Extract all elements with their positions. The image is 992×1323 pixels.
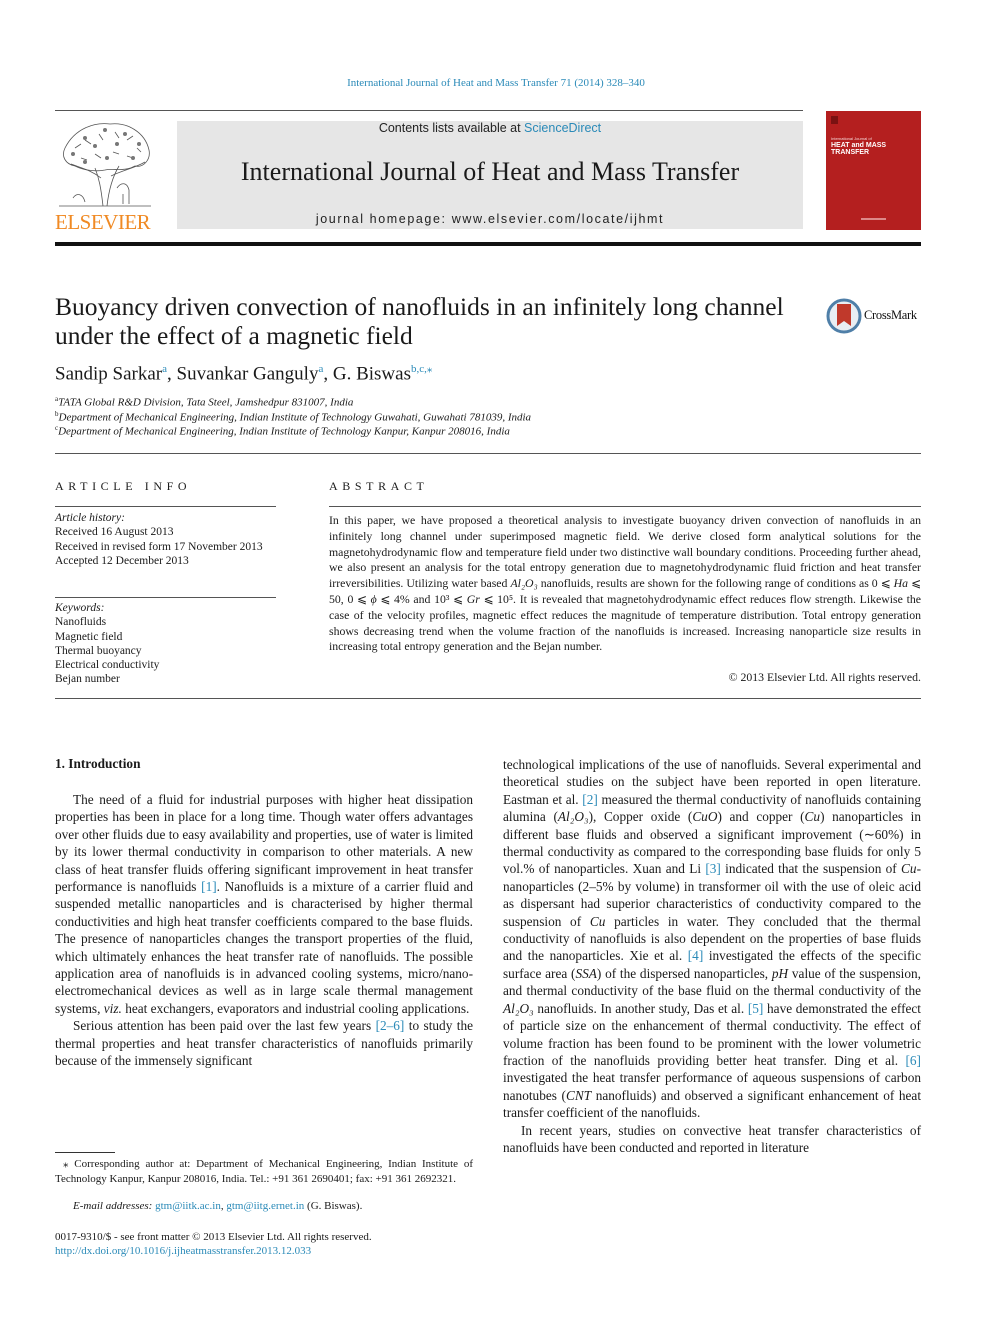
citation-ref[interactable]: [3] [705, 861, 721, 876]
body-column-right: technological implications of the use of… [503, 756, 921, 1156]
author-list: Sandip Sarkara, Suvankar Gangulya, G. Bi… [55, 363, 433, 385]
paragraph: Serious attention has been paid over the… [55, 1018, 474, 1069]
citation-ref[interactable]: [2–6] [376, 1018, 405, 1033]
paragraph: technological implications of the use of… [503, 757, 922, 1121]
keywords: Keywords: Nanofluids Magnetic field Ther… [55, 601, 159, 687]
citation-ref[interactable]: [2] [582, 792, 598, 807]
header-top-rule [55, 110, 803, 111]
contents-line: Contents lists available at ScienceDirec… [177, 121, 803, 135]
homepage-line: journal homepage: www.elsevier.com/locat… [177, 212, 803, 226]
crossmark-label: CrossMark [864, 308, 917, 322]
cover-footer-mark [861, 218, 886, 220]
keyword: Bejan number [55, 673, 120, 686]
history-item: Received in revised form 17 November 201… [55, 540, 263, 553]
author-name: Suvankar Ganguly [176, 363, 319, 385]
article-info-heading: ARTICLE INFO [55, 479, 192, 493]
paragraph: In recent years, studies on convective h… [503, 1122, 921, 1155]
journal-masthead: Contents lists available at ScienceDirec… [177, 121, 803, 229]
affiliation-ref[interactable]: b,c,⁎ [411, 363, 432, 375]
contents-prefix: Contents lists available at [378, 121, 525, 135]
body-column-left: The need of a fluid for industrial purpo… [55, 791, 473, 1070]
email-label: E-mail addresses: [73, 1200, 153, 1212]
cover-small-title: International Journal of [831, 136, 872, 141]
author-name: Sandip Sarkar [55, 363, 163, 385]
front-matter-text: 0017-9310/$ - see front matter © 2013 El… [55, 1231, 372, 1243]
citation-ref[interactable]: [4] [688, 948, 704, 963]
homepage-prefix: journal homepage: [315, 212, 452, 226]
email-link[interactable]: gtm@iitk.ac.in [155, 1200, 221, 1212]
homepage-url[interactable]: www.elsevier.com/locate/ijhmt [452, 212, 664, 226]
history-item: Accepted 12 December 2013 [55, 554, 189, 567]
cover-title: HEAT and MASS TRANSFER [831, 142, 887, 156]
affiliation: cDepartment of Mechanical Engineering, I… [55, 424, 510, 438]
crossmark-icon [826, 298, 862, 334]
sciencedirect-link[interactable]: ScienceDirect [524, 121, 601, 135]
email-line: E-mail addresses: gtm@iitk.ac.in, gtm@ii… [73, 1200, 363, 1212]
journal-citation-link[interactable]: International Journal of Heat and Mass T… [0, 77, 992, 89]
article-history: Article history: Received 16 August 2013… [55, 511, 263, 568]
corresponding-author-footnote: ⁎ Corresponding author at: Department of… [55, 1157, 473, 1186]
section-rule [55, 698, 921, 699]
citation-ref[interactable]: [1] [201, 879, 217, 894]
journal-name: International Journal of Heat and Mass T… [240, 157, 740, 186]
section-rule [55, 453, 921, 454]
header-thick-rule [55, 242, 921, 246]
abstract-rule [329, 506, 921, 507]
footnote-rule [55, 1152, 115, 1153]
affiliation: aTATA Global R&D Division, Tata Steel, J… [55, 395, 354, 409]
keywords-rule [55, 597, 276, 598]
abstract-heading: ABSTRACT [329, 479, 429, 493]
article-history-label: Article history: [55, 512, 125, 524]
author-name: G. Biswas [332, 363, 411, 385]
crossmark-badge[interactable]: CrossMark [826, 298, 924, 334]
affiliation-ref[interactable]: a [318, 363, 323, 375]
article-info-rule [55, 506, 276, 507]
abstract-copyright: © 2013 Elsevier Ltd. All rights reserved… [728, 670, 921, 684]
article-title: Buoyancy driven convection of nanofluids… [55, 292, 784, 350]
front-matter: 0017-9310/$ - see front matter © 2013 El… [55, 1230, 372, 1259]
keyword: Thermal buoyancy [55, 644, 142, 657]
citation-ref[interactable]: [5] [748, 1001, 764, 1016]
journal-cover-thumbnail[interactable]: International Journal of HEAT and MASS TR… [826, 111, 921, 230]
footnote-text: ⁎ Corresponding author at: Department of… [55, 1158, 473, 1185]
keywords-label: Keywords: [55, 602, 105, 614]
affiliation: bDepartment of Mechanical Engineering, I… [55, 410, 532, 424]
keyword: Nanofluids [55, 616, 107, 629]
cover-publisher-logo-icon [831, 116, 838, 124]
affiliation-ref[interactable]: a [162, 363, 167, 375]
keyword: Electrical conductivity [55, 659, 160, 672]
citation-ref[interactable]: [6] [905, 1053, 921, 1068]
elsevier-wordmark: ELSEVIER [55, 210, 151, 234]
doi-link[interactable]: http://dx.doi.org/10.1016/j.ijheatmasstr… [55, 1245, 311, 1257]
section-heading-introduction: 1. Introduction [55, 756, 141, 771]
abstract-text: In this paper, we have proposed a theore… [329, 513, 921, 654]
history-item: Received 16 August 2013 [55, 526, 174, 539]
email-link[interactable]: gtm@iitg.ernet.in [226, 1200, 304, 1212]
keyword: Magnetic field [55, 630, 123, 643]
paragraph: The need of a fluid for industrial purpo… [55, 792, 474, 1016]
